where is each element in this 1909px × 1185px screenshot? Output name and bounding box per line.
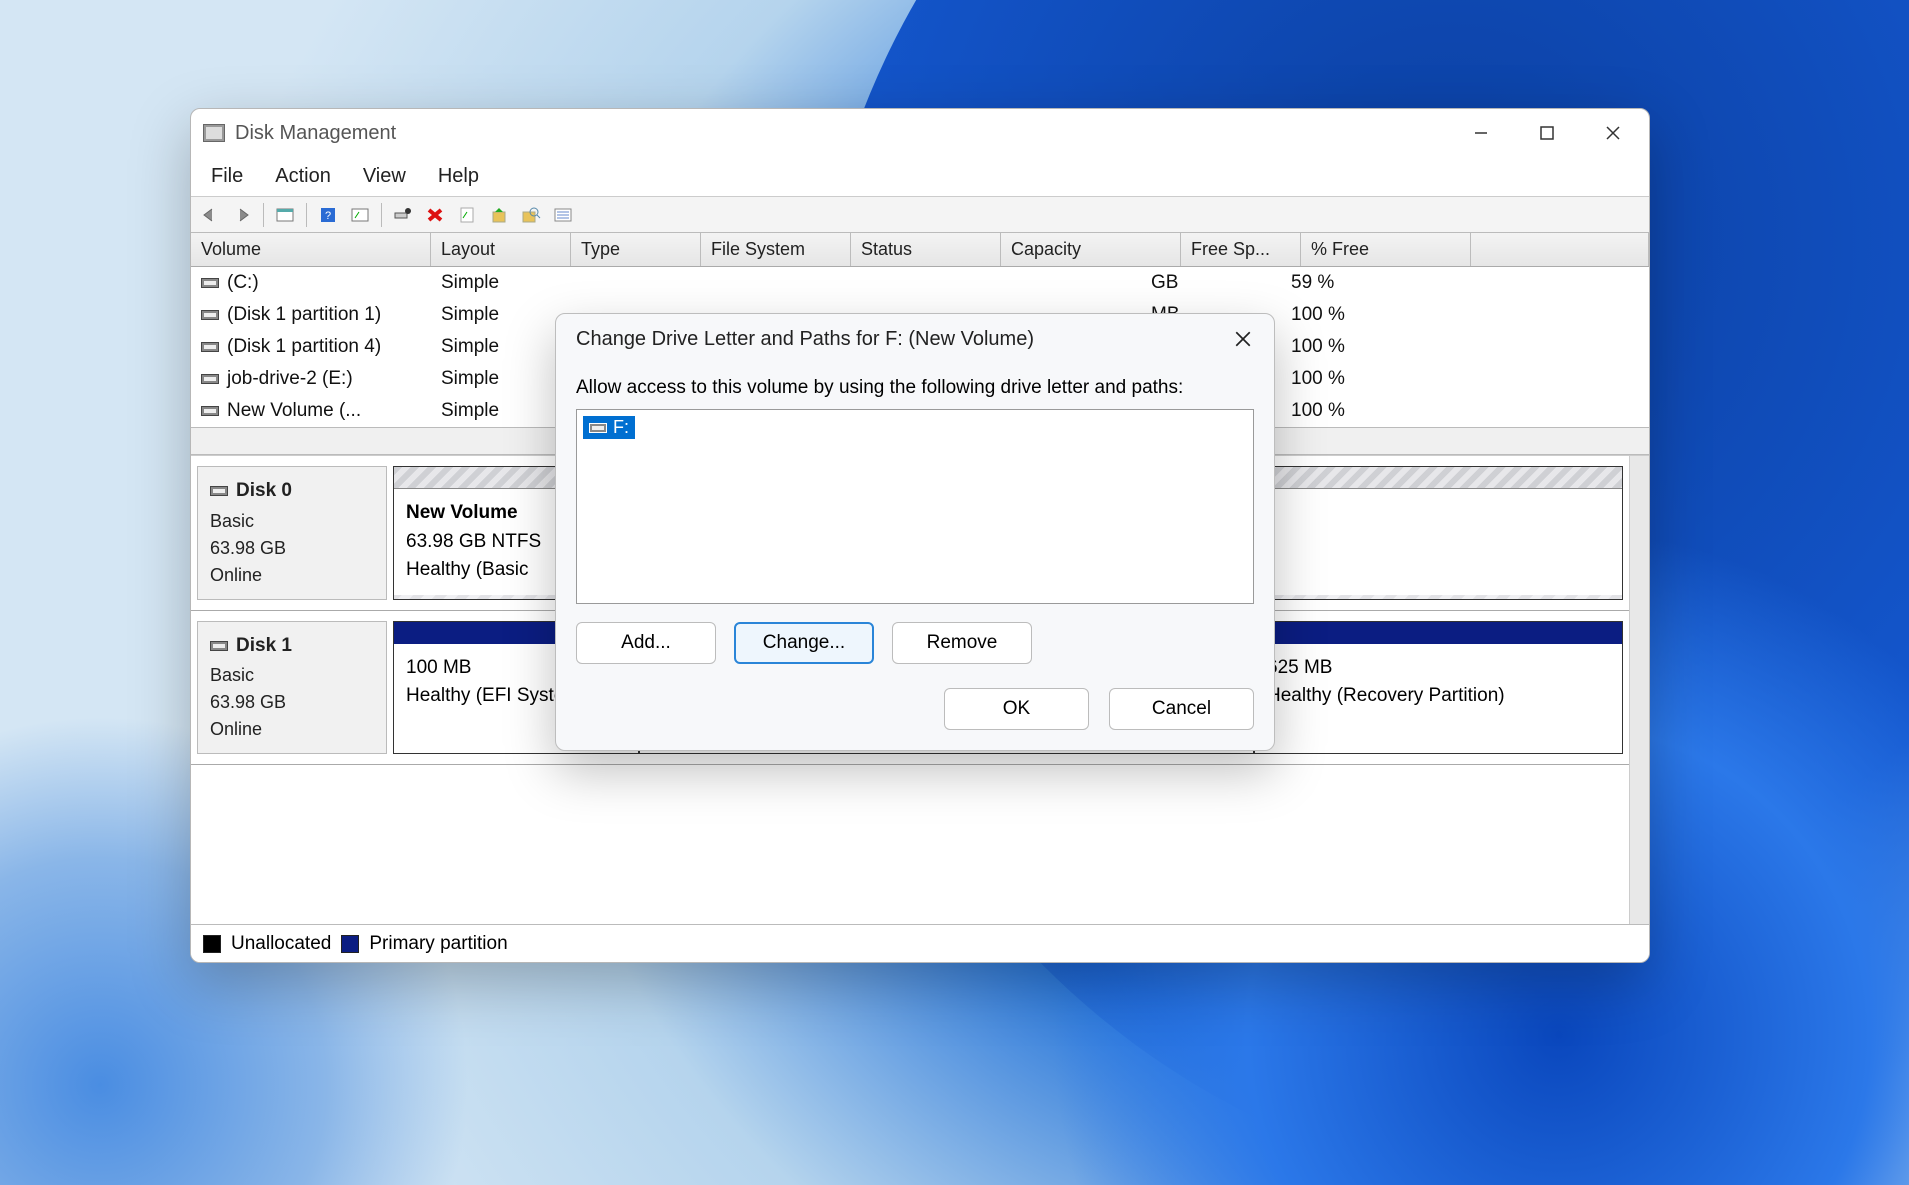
volume-name: (Disk 1 partition 4) bbox=[227, 336, 381, 358]
menu-action[interactable]: Action bbox=[259, 161, 347, 192]
col-type[interactable]: Type bbox=[571, 233, 701, 266]
change-button[interactable]: Change... bbox=[734, 622, 874, 664]
drive-icon bbox=[589, 423, 607, 433]
scrollbar[interactable] bbox=[1629, 456, 1649, 924]
volume-layout: Simple bbox=[431, 334, 571, 360]
cancel-button[interactable]: Cancel bbox=[1109, 688, 1254, 730]
disk-icon bbox=[210, 641, 228, 651]
disk-label: Disk 1 bbox=[236, 632, 292, 661]
partition-title: New Volume bbox=[406, 502, 518, 523]
partition-size: 625 MB bbox=[1267, 657, 1332, 678]
toolbar: ? bbox=[191, 197, 1649, 233]
col-pctfree[interactable]: % Free bbox=[1301, 233, 1471, 266]
col-tail bbox=[1471, 233, 1649, 266]
col-layout[interactable]: Layout bbox=[431, 233, 571, 266]
table-row[interactable]: (C:) Simple GB59 % bbox=[191, 267, 1649, 299]
legend-primary-swatch bbox=[341, 935, 359, 953]
volume-pctfree: 100 % bbox=[1281, 302, 1411, 328]
titlebar[interactable]: Disk Management bbox=[191, 109, 1649, 157]
volume-pctfree: 59 % bbox=[1281, 270, 1411, 296]
col-volume[interactable]: Volume bbox=[191, 233, 431, 266]
add-button[interactable]: Add... bbox=[576, 622, 716, 664]
disk-size: 63.98 GB bbox=[210, 535, 374, 562]
volume-list-header: Volume Layout Type File System Status Ca… bbox=[191, 233, 1649, 267]
partition-status: Healthy (Basic bbox=[406, 559, 529, 580]
change-drive-letter-dialog: Change Drive Letter and Paths for F: (Ne… bbox=[555, 313, 1275, 751]
menu-file[interactable]: File bbox=[195, 161, 259, 192]
volume-name: job-drive-2 (E:) bbox=[227, 368, 353, 390]
disk-icon bbox=[210, 486, 228, 496]
list-item-label: F: bbox=[613, 417, 629, 438]
menubar: File Action View Help bbox=[191, 157, 1649, 197]
disk-size: 63.98 GB bbox=[210, 689, 374, 716]
volume-pctfree: 100 % bbox=[1281, 398, 1411, 424]
disk-header[interactable]: Disk 1Basic63.98 GBOnline bbox=[197, 621, 387, 755]
settings-icon[interactable] bbox=[390, 204, 416, 226]
col-freespace[interactable]: Free Sp... bbox=[1181, 233, 1301, 266]
pane-icon[interactable] bbox=[272, 204, 298, 226]
drive-letter-listbox[interactable]: F: bbox=[576, 409, 1254, 604]
disk-status: Online bbox=[210, 716, 374, 743]
volume-layout: Simple bbox=[431, 302, 571, 328]
ok-button[interactable]: OK bbox=[944, 688, 1089, 730]
window-title: Disk Management bbox=[235, 122, 396, 145]
delete-icon[interactable] bbox=[422, 204, 448, 226]
drive-icon bbox=[201, 406, 219, 416]
drive-icon bbox=[201, 310, 219, 320]
disk-type: Basic bbox=[210, 662, 374, 689]
col-filesystem[interactable]: File System bbox=[701, 233, 851, 266]
legend-unallocated-swatch bbox=[203, 935, 221, 953]
svg-text:?: ? bbox=[325, 210, 331, 222]
partition-bar bbox=[1255, 622, 1622, 644]
back-icon[interactable] bbox=[197, 204, 223, 226]
properties-icon[interactable] bbox=[454, 204, 480, 226]
volume-layout: Simple bbox=[431, 398, 571, 424]
remove-button[interactable]: Remove bbox=[892, 622, 1032, 664]
col-status[interactable]: Status bbox=[851, 233, 1001, 266]
partition-status: Healthy (Recovery Partition) bbox=[1267, 685, 1505, 706]
minimize-button[interactable] bbox=[1467, 119, 1495, 147]
drive-icon bbox=[201, 342, 219, 352]
app-icon bbox=[203, 124, 225, 142]
search-icon[interactable] bbox=[518, 204, 544, 226]
volume-layout: Simple bbox=[431, 366, 571, 392]
maximize-button[interactable] bbox=[1533, 119, 1561, 147]
volume-capacity-tail: GB bbox=[1141, 270, 1281, 296]
disk-label: Disk 0 bbox=[236, 477, 292, 506]
volume-pctfree: 100 % bbox=[1281, 334, 1411, 360]
col-capacity[interactable]: Capacity bbox=[1001, 233, 1181, 266]
legend: Unallocated Primary partition bbox=[191, 924, 1649, 962]
drive-icon bbox=[201, 278, 219, 288]
forward-icon[interactable] bbox=[229, 204, 255, 226]
volume-name: New Volume (... bbox=[227, 400, 361, 422]
refresh-icon[interactable] bbox=[347, 204, 373, 226]
up-icon[interactable] bbox=[486, 204, 512, 226]
list-item[interactable]: F: bbox=[583, 416, 635, 439]
dialog-caption: Allow access to this volume by using the… bbox=[576, 377, 1254, 399]
disk-header[interactable]: Disk 0Basic63.98 GBOnline bbox=[197, 466, 387, 600]
volume-layout: Simple bbox=[431, 270, 571, 296]
legend-unallocated: Unallocated bbox=[231, 933, 331, 955]
partition[interactable]: 625 MB Healthy (Recovery Partition) bbox=[1254, 621, 1623, 755]
volume-pctfree: 100 % bbox=[1281, 366, 1411, 392]
volume-name: (C:) bbox=[227, 272, 259, 294]
drive-icon bbox=[201, 374, 219, 384]
legend-primary: Primary partition bbox=[369, 933, 507, 955]
dialog-close-button[interactable] bbox=[1234, 330, 1254, 350]
volume-name: (Disk 1 partition 1) bbox=[227, 304, 381, 326]
help-icon[interactable]: ? bbox=[315, 204, 341, 226]
menu-view[interactable]: View bbox=[347, 161, 422, 192]
close-button[interactable] bbox=[1599, 119, 1627, 147]
list-icon[interactable] bbox=[550, 204, 576, 226]
dialog-title: Change Drive Letter and Paths for F: (Ne… bbox=[576, 328, 1034, 351]
disk-status: Online bbox=[210, 562, 374, 589]
partition-size: 63.98 GB NTFS bbox=[406, 531, 541, 552]
menu-help[interactable]: Help bbox=[422, 161, 495, 192]
partition-size: 100 MB bbox=[406, 657, 471, 678]
disk-type: Basic bbox=[210, 508, 374, 535]
